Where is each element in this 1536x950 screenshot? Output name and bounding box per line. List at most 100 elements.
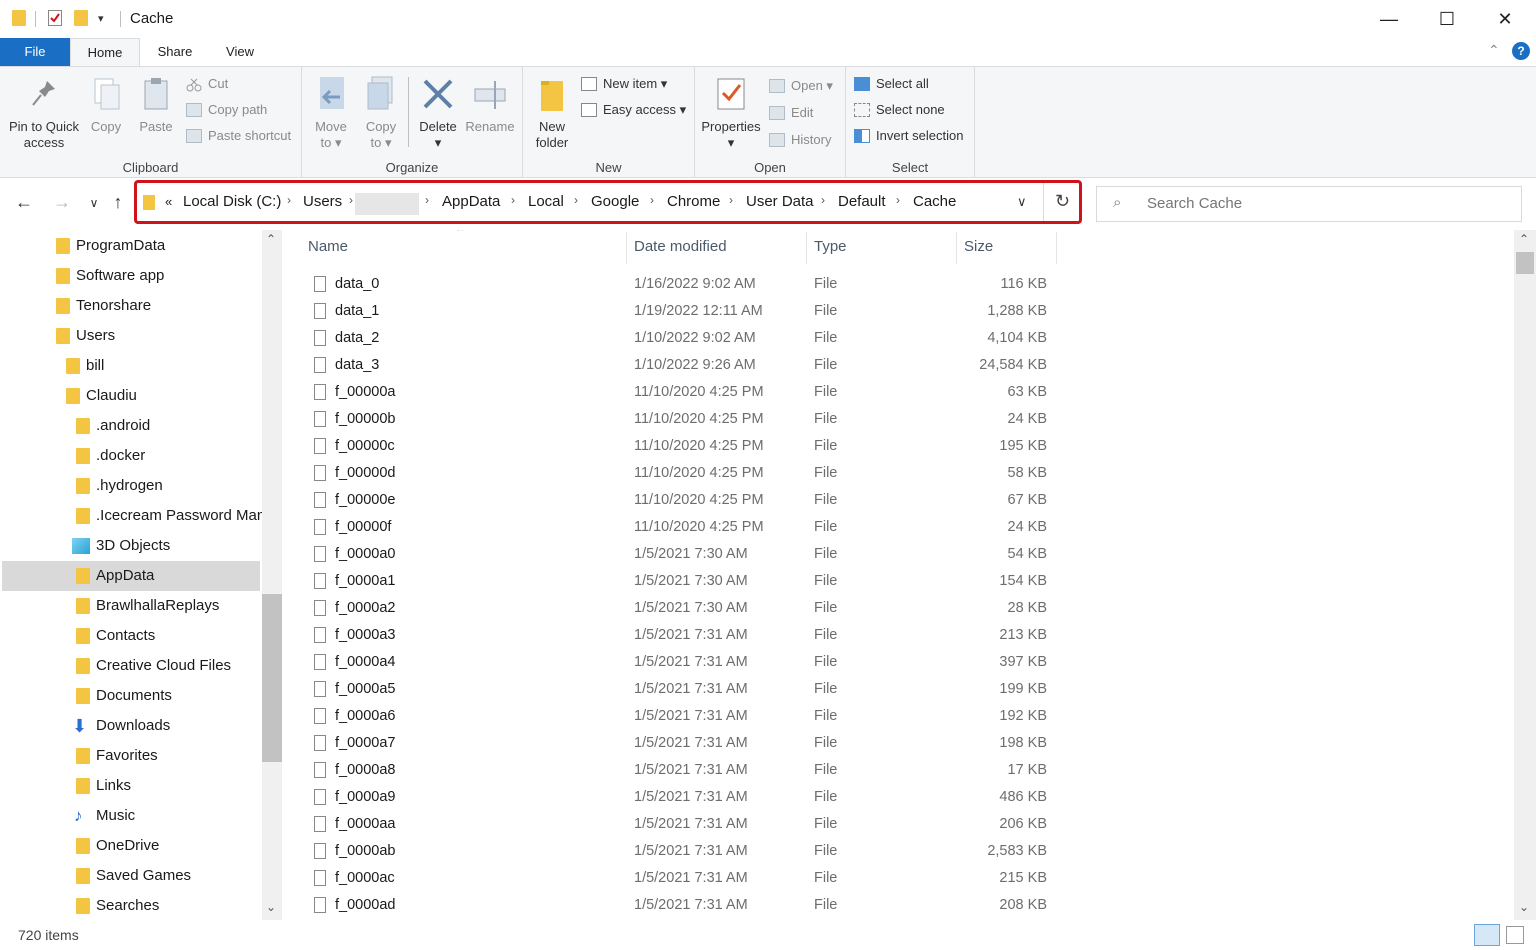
select-all-button[interactable]: Select all [854,73,929,95]
chevron-right-icon[interactable]: › [574,193,578,207]
up-arrow-icon[interactable]: ↑ [106,192,130,213]
navpane-scrollbar[interactable] [262,230,282,920]
maximize-button[interactable]: ☐ [1418,0,1476,38]
file-row[interactable]: f_00000b 11/10/2020 4:25 PM File 24 KB [282,408,1082,435]
file-row[interactable]: f_0000a7 1/5/2021 7:31 AM File 198 KB [282,732,1082,759]
new-folder-quick-icon[interactable] [74,10,88,26]
file-row[interactable]: f_0000a3 1/5/2021 7:31 AM File 213 KB [282,624,1082,651]
file-row[interactable]: data_2 1/10/2022 9:02 AM File 4,104 KB [282,327,1082,354]
open-button[interactable]: Open ▾ [769,75,833,97]
breadcrumb-default[interactable]: Default [838,193,886,210]
file-row[interactable]: f_00000a 11/10/2020 4:25 PM File 63 KB [282,381,1082,408]
close-button[interactable]: ✕ [1476,0,1534,38]
copy-to-button[interactable]: Copy to ▾ [360,75,402,151]
column-header-size[interactable]: Size [964,238,993,255]
tab-home[interactable]: Home [70,38,140,66]
forward-arrow-icon[interactable]: → [50,192,74,213]
column-header-name[interactable]: Name [308,238,348,255]
file-row[interactable]: f_0000aa 1/5/2021 7:31 AM File 206 KB [282,813,1082,840]
column-header-type[interactable]: Type [814,238,847,255]
file-row[interactable]: f_0000a1 1/5/2021 7:30 AM File 154 KB [282,570,1082,597]
paste-shortcut-button[interactable]: Paste shortcut [186,125,291,147]
help-icon[interactable]: ? [1512,42,1530,60]
minimize-button[interactable]: — [1360,0,1418,38]
details-view-icon[interactable] [1474,924,1500,946]
file-row[interactable]: f_0000a6 1/5/2021 7:31 AM File 192 KB [282,705,1082,732]
address-history-chevron-icon[interactable]: ∨ [1017,194,1027,210]
cut-button[interactable]: Cut [186,73,228,95]
column-divider[interactable] [626,232,627,264]
file-row[interactable]: f_00000d 11/10/2020 4:25 PM File 58 KB [282,462,1082,489]
copy-button[interactable]: Copy [84,75,128,135]
file-row[interactable]: data_1 1/19/2022 12:11 AM File 1,288 KB [282,300,1082,327]
move-to-button[interactable]: Move to ▾ [310,75,352,151]
file-row[interactable]: f_0000a4 1/5/2021 7:31 AM File 397 KB [282,651,1082,678]
refresh-icon[interactable]: ↻ [1055,191,1070,212]
breadcrumb-users[interactable]: Users [303,193,342,210]
file-list-scrollbar[interactable]: ⌃ ⌄ [1514,230,1536,920]
file-row[interactable]: f_00000e 11/10/2020 4:25 PM File 67 KB [282,489,1082,516]
large-icons-view-icon[interactable] [1506,926,1524,944]
pin-to-quick-access-button[interactable]: Pin to Quick access [6,75,82,151]
file-row[interactable]: f_00000f 11/10/2020 4:25 PM File 24 KB [282,516,1082,543]
properties-quick-icon[interactable] [48,10,62,26]
breadcrumb-chrome[interactable]: Chrome [667,193,720,210]
file-row[interactable]: f_0000a8 1/5/2021 7:31 AM File 17 KB [282,759,1082,786]
select-none-button[interactable]: Select none [854,99,945,121]
chevron-right-icon[interactable]: › [511,193,515,207]
tab-view[interactable]: View [205,38,275,66]
file-row[interactable]: f_0000a0 1/5/2021 7:30 AM File 54 KB [282,543,1082,570]
navpane-scrollbar-thumb[interactable] [262,594,282,762]
breadcrumb-overflow[interactable]: « [165,194,172,209]
file-list-scrollbar-thumb[interactable] [1516,252,1534,274]
file-row[interactable]: f_0000a2 1/5/2021 7:30 AM File 28 KB [282,597,1082,624]
search-box[interactable]: ⌕ [1096,186,1522,222]
delete-button[interactable]: Delete ▾ [416,75,460,151]
column-divider[interactable] [1056,232,1057,264]
paste-button[interactable]: Paste [134,75,178,135]
file-row[interactable]: f_0000ab 1/5/2021 7:31 AM File 2,583 KB [282,840,1082,867]
file-row[interactable]: f_0000a9 1/5/2021 7:31 AM File 486 KB [282,786,1082,813]
new-item-button[interactable]: New item ▾ [581,73,667,95]
address-bar[interactable]: « Local Disk (C:) › Users › › AppData › … [134,180,1082,224]
recent-locations-chevron-icon[interactable]: ∨ [82,196,106,210]
copy-path-button[interactable]: Copy path [186,99,267,121]
column-header-date-modified[interactable]: Date modified [634,238,727,255]
tab-file[interactable]: File [0,38,70,66]
collapse-ribbon-icon[interactable]: ⌃ [1488,42,1500,59]
chevron-right-icon[interactable]: › [425,193,429,207]
file-row[interactable]: f_0000ac 1/5/2021 7:31 AM File 215 KB [282,867,1082,894]
breadcrumb-local[interactable]: Local [528,193,564,210]
column-divider[interactable] [806,232,807,264]
breadcrumb-redacted-user[interactable] [355,193,419,215]
scroll-up-icon[interactable]: ⌃ [266,232,276,246]
file-row[interactable]: data_3 1/10/2022 9:26 AM File 24,584 KB [282,354,1082,381]
new-folder-button[interactable]: New folder [529,75,575,151]
back-arrow-icon[interactable]: ← [12,192,36,213]
chevron-right-icon[interactable]: › [349,193,353,207]
search-input[interactable] [1145,194,1509,213]
file-row[interactable]: f_00000c 11/10/2020 4:25 PM File 195 KB [282,435,1082,462]
properties-button[interactable]: Properties ▾ [699,75,763,151]
breadcrumb-user-data[interactable]: User Data [746,193,814,210]
column-divider[interactable] [956,232,957,264]
navpane-item-icecream[interactable]: .Icecream Password Mana [72,501,262,531]
history-button[interactable]: History [769,129,831,151]
file-row[interactable]: f_0000a5 1/5/2021 7:31 AM File 199 KB [282,678,1082,705]
chevron-right-icon[interactable]: › [287,193,291,207]
rename-button[interactable]: Rename [464,75,516,135]
invert-selection-button[interactable]: Invert selection [854,125,963,147]
scroll-down-icon[interactable]: ⌄ [1519,900,1529,914]
easy-access-button[interactable]: Easy access ▾ [581,99,686,121]
chevron-right-icon[interactable]: › [729,193,733,207]
chevron-right-icon[interactable]: › [821,193,825,207]
customize-quick-access-icon[interactable]: ▾ [98,12,104,25]
file-row[interactable]: data_0 1/16/2022 9:02 AM File 116 KB [282,273,1082,300]
breadcrumb-appdata[interactable]: AppData [442,193,500,210]
breadcrumb-cache[interactable]: Cache [913,193,956,210]
scroll-up-icon[interactable]: ⌃ [1519,232,1529,246]
chevron-right-icon[interactable]: › [650,193,654,207]
breadcrumb-local-disk[interactable]: Local Disk (C:) [183,193,281,210]
file-row[interactable]: f_0000ad 1/5/2021 7:31 AM File 208 KB [282,894,1082,920]
breadcrumb-google[interactable]: Google [591,193,639,210]
